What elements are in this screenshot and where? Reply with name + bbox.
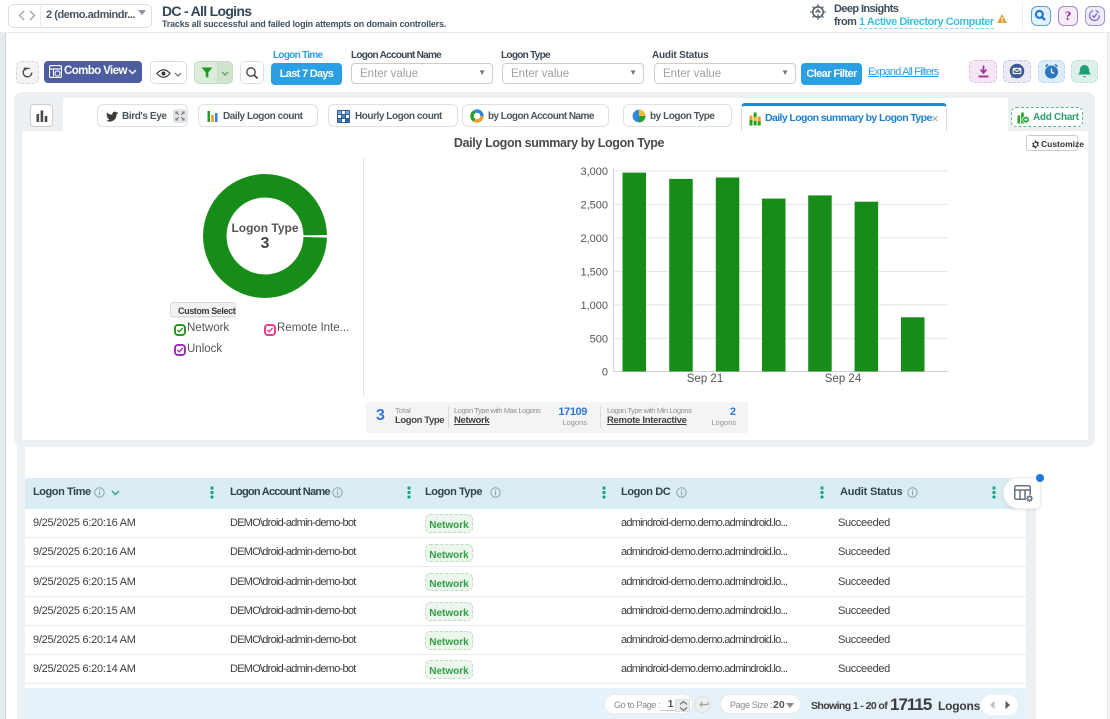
svg-text:Sep 21: Sep 21 <box>687 373 723 385</box>
svg-text:0: 0 <box>602 367 608 379</box>
svg-text:1,500: 1,500 <box>580 266 608 278</box>
svg-text:2,000: 2,000 <box>580 233 608 245</box>
svg-text:1,000: 1,000 <box>580 300 608 312</box>
svg-text:500: 500 <box>590 333 608 345</box>
svg-text:Sep 24: Sep 24 <box>825 373 862 385</box>
svg-text:3,000: 3,000 <box>580 166 608 178</box>
svg-text:2,500: 2,500 <box>580 199 608 211</box>
